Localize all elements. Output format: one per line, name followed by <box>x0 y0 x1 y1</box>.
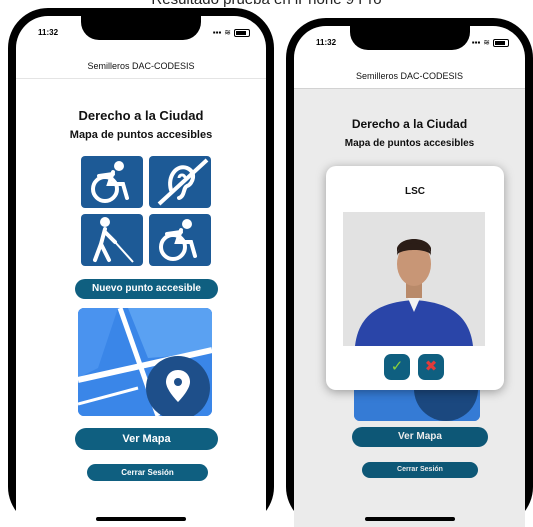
page-subtitle: Mapa de puntos accesibles <box>69 129 213 141</box>
logout-button[interactable]: Cerrar Sesión <box>87 464 208 481</box>
signal-icon: ▪▪▪ <box>471 38 481 47</box>
cancel-button[interactable]: ✖ <box>418 354 444 380</box>
confirm-button[interactable]: ✓ <box>384 354 410 380</box>
battery-icon <box>493 38 509 47</box>
wheelchair-icon <box>81 156 143 208</box>
phone-frame-modal: 11:32 ▪▪▪ ≋ Semilleros DAC-CODESIS Derec… <box>286 18 533 527</box>
wifi-icon: ≋ <box>224 28 231 37</box>
modal-screen: 11:32 ▪▪▪ ≋ Semilleros DAC-CODESIS Derec… <box>294 26 525 527</box>
navbar-title: Semilleros DAC-CODESIS <box>16 54 266 79</box>
sign-language-video[interactable] <box>343 212 485 346</box>
screenshot-caption: Resultado prueba en iPhone 9 Pro <box>0 0 533 8</box>
modal-title: LSC <box>405 186 425 197</box>
navbar-title: Semilleros DAC-CODESIS <box>294 64 525 89</box>
phone-frame-home: 11:32 ▪▪▪ ≋ Semilleros DAC-CODESIS Derec… <box>8 8 274 527</box>
signal-icon: ▪▪▪ <box>212 28 222 37</box>
status-time: 11:32 <box>316 38 337 47</box>
status-time: 11:32 <box>38 28 59 37</box>
home-indicator <box>364 517 455 521</box>
new-accessible-point-button[interactable]: Nuevo punto accesible <box>75 279 218 299</box>
home-indicator <box>96 517 186 521</box>
wifi-icon: ≋ <box>483 38 490 47</box>
wheelchair-icon <box>149 214 211 266</box>
x-icon: ✖ <box>424 358 438 375</box>
view-map-button[interactable]: Ver Mapa <box>75 428 218 450</box>
page-title: Derecho a la Ciudad <box>78 108 204 123</box>
map-illustration[interactable] <box>78 308 212 416</box>
home-screen: 11:32 ▪▪▪ ≋ Semilleros DAC-CODESIS Derec… <box>16 16 266 527</box>
notch <box>81 16 201 40</box>
sign-language-modal: LSC ✓ ✖ <box>326 166 504 390</box>
hearing-icon <box>149 156 211 208</box>
blind-person-icon <box>81 214 143 266</box>
battery-icon <box>234 28 250 37</box>
status-icons: ▪▪▪ ≋ <box>213 28 250 37</box>
notch <box>349 26 470 50</box>
status-icons: ▪▪▪ ≋ <box>472 38 509 47</box>
check-icon: ✓ <box>390 358 404 375</box>
